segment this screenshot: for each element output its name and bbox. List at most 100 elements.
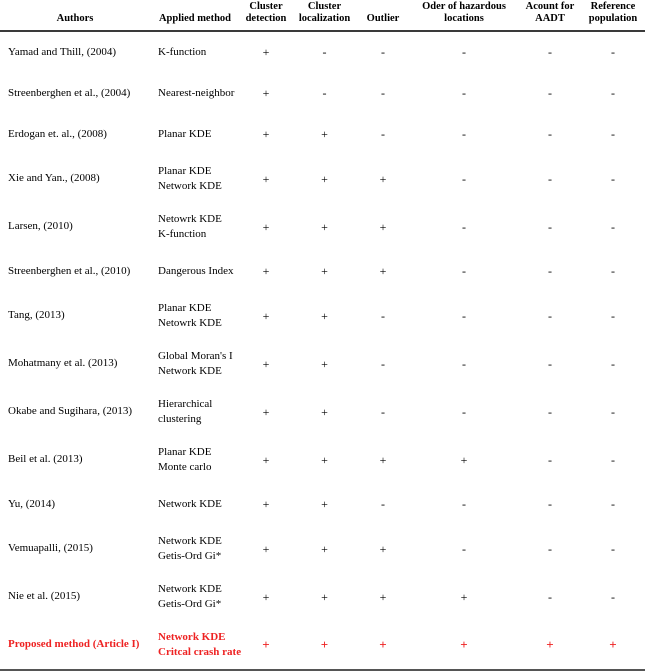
- cell-outlier: +: [357, 203, 409, 251]
- table-row: Larsen, (2010) Netowrk KDE K-function + + + - -…: [0, 203, 645, 251]
- cell-account-for-aadt: -: [519, 292, 581, 340]
- method-line: Network KDE: [158, 534, 222, 547]
- cell-order-hazardous-locations: -: [409, 484, 519, 525]
- cell-authors: Nie et al. (2015): [8, 590, 81, 603]
- cell-order-hazardous-locations: -: [409, 114, 519, 155]
- cell-order-hazardous-locations: +: [409, 436, 519, 484]
- method-line: Netowrk KDE: [158, 212, 222, 225]
- minus-icon: -: [548, 45, 552, 60]
- cell-applied-method: Hierarchical clustering: [150, 388, 240, 436]
- column-header-account-for-aadt: Acount for AADT: [519, 0, 581, 32]
- column-header-refpop-line2: population: [588, 13, 638, 25]
- plus-icon: +: [320, 636, 329, 652]
- cell-outlier: -: [357, 340, 409, 388]
- column-header-cluster-localization: Cluster localization: [292, 0, 357, 32]
- plus-icon: +: [379, 541, 387, 556]
- table-header: Authors Applied method Cluster detection…: [0, 0, 645, 32]
- method-line: K-function: [158, 227, 207, 240]
- cell-cluster-detection: +: [240, 73, 292, 114]
- plus-icon: +: [321, 264, 328, 279]
- table-row: Erdogan et. al., (2008) Planar KDE + + - - - -: [0, 114, 645, 155]
- cell-outlier: +: [357, 620, 409, 671]
- cell-cluster-detection: +: [240, 251, 292, 292]
- cell-order-hazardous-locations: -: [409, 525, 519, 573]
- cell-order-hazardous-locations: -: [409, 340, 519, 388]
- method-line: Network KDE: [158, 630, 226, 643]
- table-row: Yu, (2014) Network KDE + + - - - -: [0, 484, 645, 525]
- minus-icon: -: [548, 171, 552, 186]
- cell-applied-method: Network KDE: [150, 484, 240, 525]
- method-line: Monte carlo: [158, 460, 212, 473]
- column-header-applied-method-label: Applied method: [158, 13, 232, 25]
- cell-applied-method: Planar KDE: [150, 114, 240, 155]
- column-header-aadt-line1: Acount for: [525, 1, 575, 12]
- cell-authors: Streenberghen et al., (2010): [8, 264, 131, 277]
- cell-applied-method: Network KDE Getis-Ord Gi*: [150, 525, 240, 573]
- minus-icon: -: [462, 171, 466, 186]
- column-header-order-hazardous-line2: locations: [444, 13, 484, 25]
- table-row: Nie et al. (2015) Network KDE Getis-Ord Gi…: [0, 573, 645, 621]
- method-line: clustering: [158, 412, 202, 425]
- cell-reference-population: -: [581, 436, 645, 484]
- plus-icon: +: [262, 86, 270, 101]
- column-header-cluster-detection-line2: detection: [245, 13, 287, 25]
- column-header-authors-label: Authors: [56, 13, 94, 25]
- plus-icon: +: [379, 171, 387, 186]
- plus-icon: +: [262, 541, 270, 556]
- cell-order-hazardous-locations: +: [409, 573, 519, 621]
- plus-icon: +: [262, 308, 270, 323]
- column-header-aadt-line2: AADT: [535, 13, 565, 25]
- cell-cluster-localization: +: [292, 114, 357, 155]
- cell-outlier: +: [357, 155, 409, 203]
- plus-icon: +: [262, 497, 270, 512]
- table-row: Okabe and Sugihara, (2013) Hierarchical cl…: [0, 388, 645, 436]
- cell-cluster-detection: +: [240, 292, 292, 340]
- minus-icon: -: [381, 404, 385, 419]
- cell-reference-population: -: [581, 340, 645, 388]
- minus-icon: -: [381, 497, 385, 512]
- literature-comparison-table: Authors Applied method Cluster detection…: [0, 0, 645, 671]
- minus-icon: -: [611, 356, 615, 371]
- cell-authors: Larsen, (2010): [8, 220, 73, 233]
- minus-icon: -: [462, 497, 466, 512]
- cell-reference-population: -: [581, 114, 645, 155]
- table-row: Mohatmany et al. (2013) Global Moran's I N…: [0, 340, 645, 388]
- cell-cluster-localization: +: [292, 155, 357, 203]
- cell-applied-method: Global Moran's I Network KDE: [150, 340, 240, 388]
- plus-icon: +: [321, 541, 328, 556]
- method-line: Global Moran's I: [158, 349, 233, 362]
- column-header-cluster-localization-line2: localization: [298, 13, 351, 25]
- minus-icon: -: [548, 264, 552, 279]
- method-line: Critcal crash rate: [158, 645, 242, 658]
- minus-icon: -: [462, 404, 466, 419]
- minus-icon: -: [548, 356, 552, 371]
- minus-icon: -: [381, 356, 385, 371]
- method-line: Network KDE: [158, 497, 222, 510]
- comparison-table-container: Authors Applied method Cluster detection…: [0, 0, 645, 671]
- cell-reference-population: -: [581, 388, 645, 436]
- plus-icon: +: [379, 452, 387, 467]
- minus-icon: -: [381, 127, 385, 142]
- minus-icon: -: [611, 219, 615, 234]
- plus-icon: +: [546, 636, 554, 652]
- minus-icon: -: [322, 86, 327, 101]
- method-line: Dangerous Index: [158, 264, 234, 277]
- cell-outlier: -: [357, 484, 409, 525]
- method-line: Netowrk KDE: [158, 316, 222, 329]
- cell-account-for-aadt: -: [519, 114, 581, 155]
- cell-reference-population: -: [581, 73, 645, 114]
- table-row: Streenberghen et al., (2004) Nearest-neig…: [0, 73, 645, 114]
- table-row: Xie and Yan., (2008) Planar KDE Network KD…: [0, 155, 645, 203]
- cell-cluster-localization: -: [292, 31, 357, 73]
- cell-order-hazardous-locations: +: [409, 620, 519, 671]
- plus-icon: +: [262, 452, 270, 467]
- cell-outlier: +: [357, 573, 409, 621]
- minus-icon: -: [611, 541, 615, 556]
- minus-icon: -: [462, 127, 466, 142]
- method-line: Hierarchical: [158, 397, 213, 410]
- minus-icon: -: [381, 86, 385, 101]
- cell-account-for-aadt: -: [519, 340, 581, 388]
- method-line: Planar KDE: [158, 445, 212, 458]
- column-header-applied-method: Applied method: [150, 0, 240, 32]
- cell-account-for-aadt: -: [519, 484, 581, 525]
